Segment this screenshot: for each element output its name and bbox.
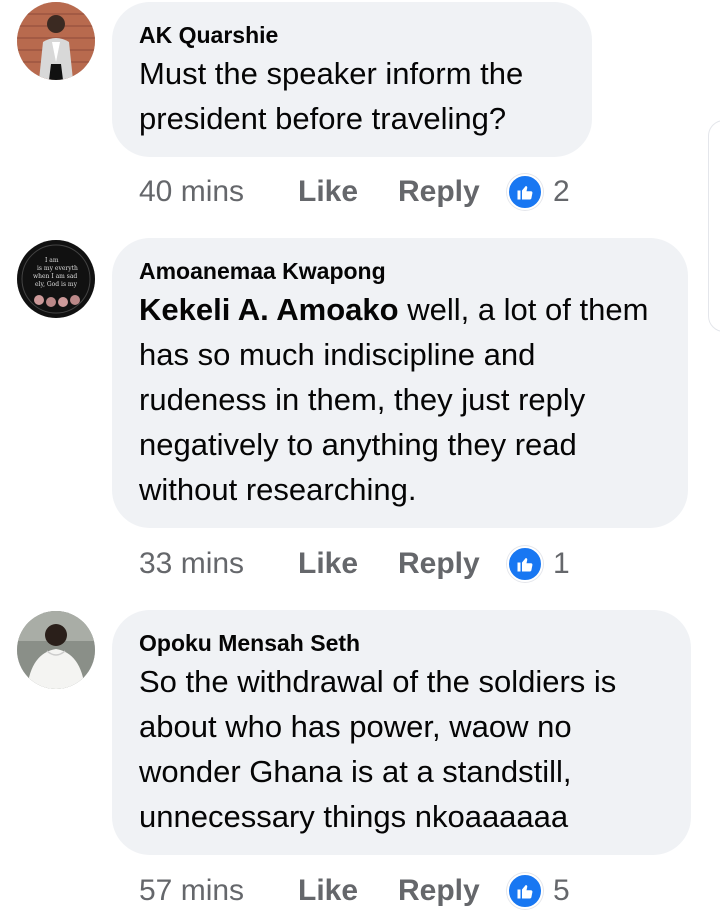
- comment-body: Must the speaker inform the president be…: [139, 56, 524, 136]
- svg-text:ely, God is my: ely, God is my: [35, 281, 78, 288]
- comment-timestamp[interactable]: 40 mins: [139, 175, 298, 209]
- reaction-count: 5: [553, 874, 570, 907]
- comment-actions: 40 mins Like Reply 2: [139, 172, 570, 212]
- comment-bubble: AK Quarshie Must the speaker inform the …: [112, 2, 592, 157]
- comment-actions: 57 mins Like Reply 5: [139, 871, 570, 911]
- avatar[interactable]: [17, 2, 95, 80]
- svg-text:I am: I am: [45, 257, 59, 264]
- avatar[interactable]: I am is my everyth when I am sad ely, Go…: [17, 240, 95, 318]
- comment-author[interactable]: Amoanemaa Kwapong: [139, 257, 661, 285]
- thumbs-up-icon: [507, 873, 543, 909]
- comment-bubble: Opoku Mensah Seth So the withdrawal of t…: [112, 610, 691, 855]
- thumbs-up-icon: [507, 174, 543, 210]
- like-button[interactable]: Like: [298, 874, 398, 908]
- reaction-summary[interactable]: 2: [507, 174, 570, 210]
- comment-bubble: Amoanemaa Kwapong Kekeli A. Amoako well,…: [112, 238, 688, 528]
- comment-text: So the withdrawal of the soldiers is abo…: [139, 659, 664, 839]
- profile-photo: [17, 2, 95, 80]
- svg-text:is my everyth: is my everyth: [37, 265, 78, 272]
- svg-text:when I am sad: when I am sad: [33, 273, 77, 280]
- comment-author[interactable]: AK Quarshie: [139, 21, 565, 49]
- comment-text: Kekeli A. Amoako well, a lot of them has…: [139, 287, 661, 512]
- reply-button[interactable]: Reply: [398, 547, 507, 581]
- comment-author[interactable]: Opoku Mensah Seth: [139, 629, 664, 657]
- side-panel-edge: [708, 120, 720, 332]
- reaction-summary[interactable]: 5: [507, 873, 570, 909]
- profile-photo: [17, 611, 95, 689]
- reaction-summary[interactable]: 1: [507, 546, 570, 582]
- comment-timestamp[interactable]: 33 mins: [139, 547, 298, 581]
- like-button[interactable]: Like: [298, 175, 398, 209]
- thumbs-up-icon: [507, 546, 543, 582]
- avatar[interactable]: [17, 611, 95, 689]
- like-button[interactable]: Like: [298, 547, 398, 581]
- comment-text: Must the speaker inform the president be…: [139, 51, 565, 141]
- reaction-count: 2: [553, 175, 570, 208]
- reply-button[interactable]: Reply: [398, 874, 507, 908]
- profile-photo: I am is my everyth when I am sad ely, Go…: [17, 240, 95, 318]
- comment-actions: 33 mins Like Reply 1: [139, 544, 570, 584]
- comment-timestamp[interactable]: 57 mins: [139, 874, 298, 908]
- comment-body: So the withdrawal of the soldiers is abo…: [139, 664, 617, 834]
- mention-link[interactable]: Kekeli A. Amoako: [139, 292, 399, 327]
- reaction-count: 1: [553, 547, 570, 580]
- reply-button[interactable]: Reply: [398, 175, 507, 209]
